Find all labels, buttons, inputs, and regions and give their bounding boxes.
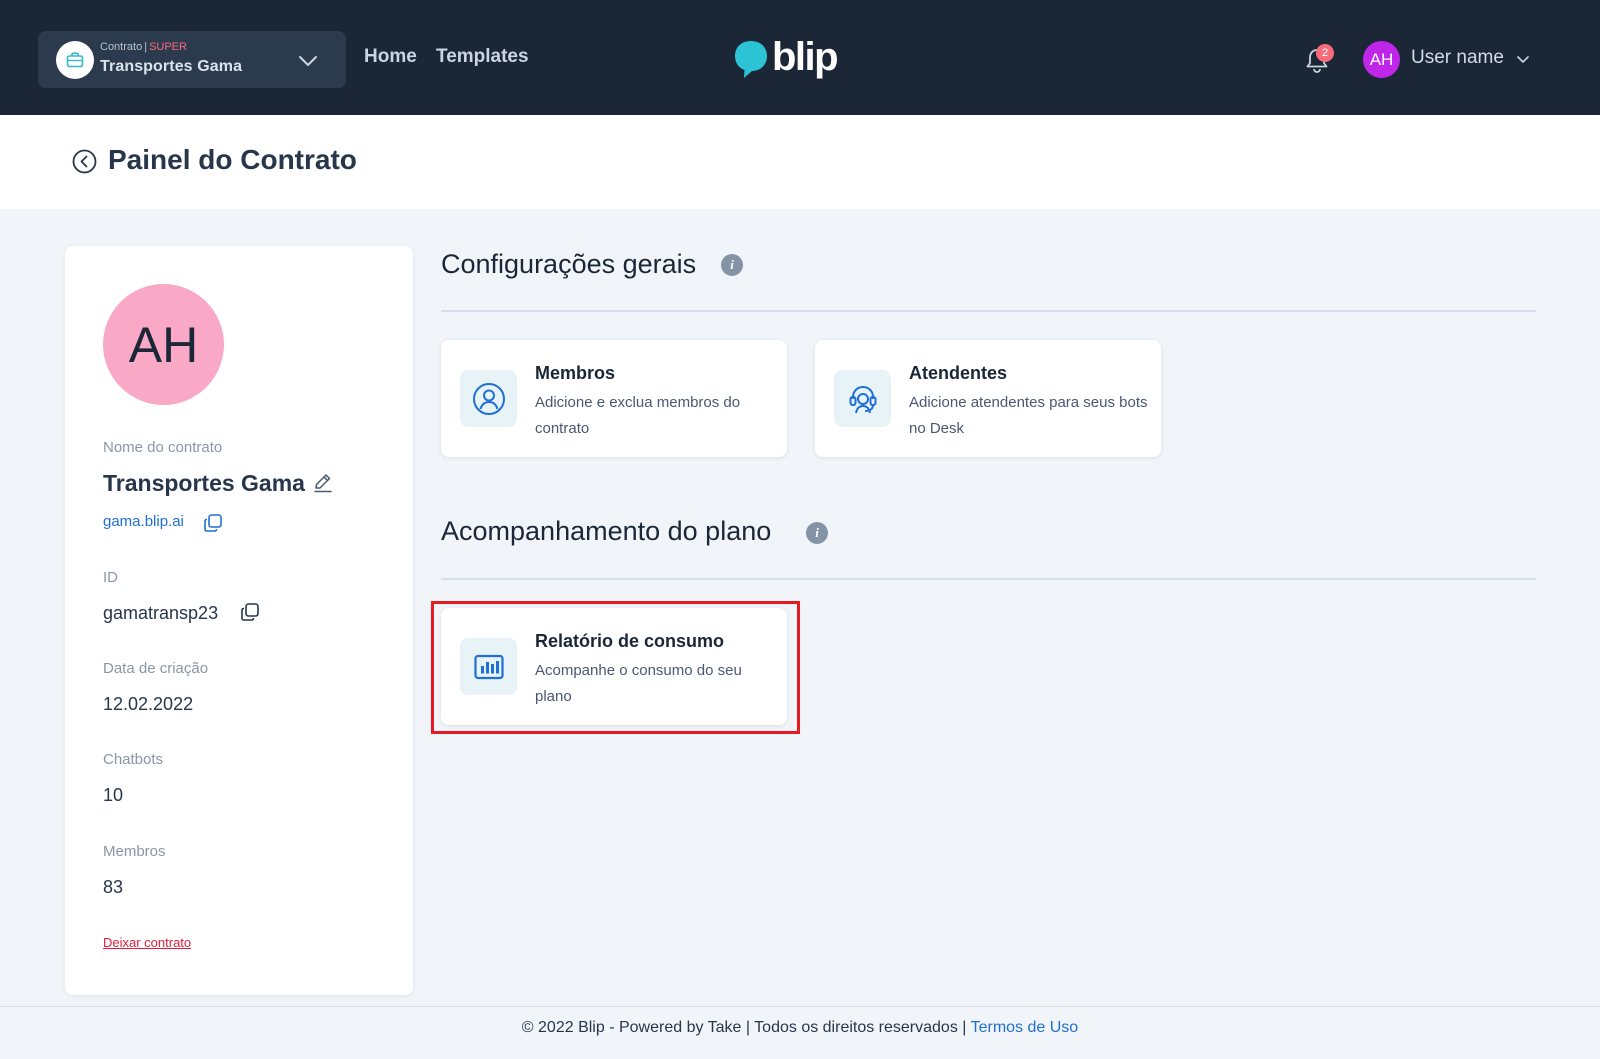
card-title: Membros bbox=[535, 363, 616, 383]
footer-copyright: © 2022 Blip - Powered by Take | Todos os… bbox=[521, 1019, 971, 1036]
members-label: Membros bbox=[103, 843, 166, 860]
leave-contract-link[interactable]: Deixar contrato bbox=[103, 935, 191, 950]
nav-templates[interactable]: Templates bbox=[436, 46, 529, 68]
blip-logo[interactable]: blip bbox=[733, 34, 839, 81]
section-title-general: Configurações gerais bbox=[441, 249, 697, 279]
contract-id: gamatransp23 bbox=[103, 603, 219, 623]
section-divider bbox=[441, 578, 1536, 580]
headset-icon bbox=[834, 370, 891, 427]
chatbots-label: Chatbots bbox=[103, 751, 164, 768]
chevron-down-icon bbox=[299, 56, 317, 66]
members-count: 83 bbox=[103, 877, 124, 897]
contract-name-label: Nome do contrato bbox=[103, 439, 223, 456]
contract-label: Contrato bbox=[100, 41, 143, 53]
brand-name: blip bbox=[772, 34, 839, 79]
page-title: Painel do Contrato bbox=[108, 144, 357, 175]
contract-avatar: AH bbox=[103, 284, 224, 405]
created-date: 12.02.2022 bbox=[103, 694, 194, 714]
contract-name: Transportes Gama bbox=[103, 470, 305, 496]
contract-meta: Contrato | SUPER bbox=[100, 41, 187, 53]
created-date-label: Data de criação bbox=[103, 660, 209, 677]
briefcase-icon bbox=[56, 41, 94, 79]
footer-text: © 2022 Blip - Powered by Take | Todos os… bbox=[0, 1019, 1600, 1037]
card-attendants[interactable]: Atendentes Adicione atendentes para seus… bbox=[815, 340, 1161, 457]
contract-switcher[interactable]: Contrato | SUPER Transportes Gama bbox=[38, 31, 346, 88]
chevron-down-icon[interactable] bbox=[1514, 50, 1532, 68]
contract-profile-card: AH Nome do contrato Transportes Gama gam… bbox=[65, 246, 413, 995]
pencil-icon[interactable] bbox=[312, 472, 334, 494]
info-icon[interactable]: i bbox=[806, 522, 828, 544]
contract-domain-link[interactable]: gama.blip.ai bbox=[103, 513, 184, 530]
back-arrow-icon[interactable] bbox=[72, 149, 97, 174]
copy-icon[interactable] bbox=[239, 601, 261, 623]
user-name[interactable]: User name bbox=[1411, 47, 1504, 69]
section-title-plan: Acompanhamento do plano bbox=[441, 516, 772, 546]
highlight-box bbox=[431, 601, 800, 734]
nav-home[interactable]: Home bbox=[364, 46, 417, 68]
contract-tier: SUPER bbox=[149, 41, 187, 53]
blip-bubble-icon bbox=[735, 41, 767, 78]
card-description: Adicione atendentes para seus bots no De… bbox=[909, 394, 1148, 437]
chatbots-count: 10 bbox=[103, 785, 124, 805]
user-circle-icon bbox=[460, 370, 517, 427]
copy-icon[interactable] bbox=[202, 512, 224, 534]
section-divider bbox=[441, 310, 1536, 312]
info-icon[interactable]: i bbox=[721, 254, 743, 276]
card-members[interactable]: Membros Adicione e exclua membros do con… bbox=[441, 340, 787, 457]
contract-switcher-name: Transportes Gama bbox=[100, 58, 243, 75]
user-avatar[interactable]: AH bbox=[1363, 41, 1400, 78]
top-navigation-bar: Contrato | SUPER Transportes Gama Home Tem… bbox=[0, 0, 1600, 115]
notification-badge: 2 bbox=[1316, 44, 1334, 62]
card-description: Adicione e exclua membros do contrato bbox=[535, 394, 741, 437]
contract-id-label: ID bbox=[103, 569, 118, 586]
card-title: Atendentes bbox=[909, 363, 1008, 383]
contract-separator: | bbox=[144, 41, 148, 53]
terms-link[interactable]: Termos de Uso bbox=[971, 1019, 1079, 1036]
